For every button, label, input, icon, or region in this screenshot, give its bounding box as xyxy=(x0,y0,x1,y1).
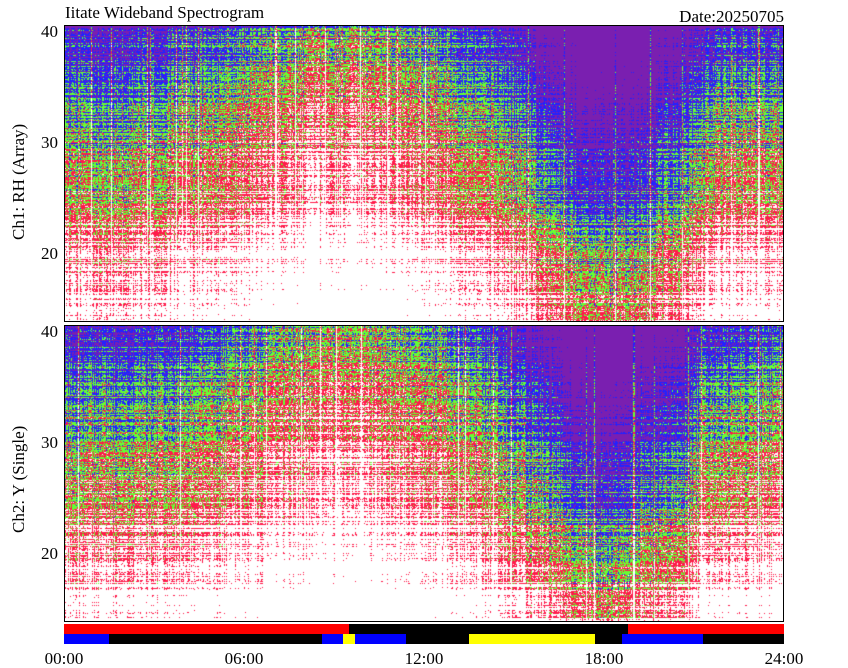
status-bottom-segment-5 xyxy=(406,634,469,644)
status-top-segment-2 xyxy=(628,624,784,634)
status-bottom-segment-6 xyxy=(469,634,595,644)
status-bar xyxy=(64,624,784,644)
date-label: Date:20250705 xyxy=(679,7,784,26)
chart-title: Iitate Wideband Spectrogram xyxy=(65,3,265,22)
status-bottom-segment-4 xyxy=(355,634,406,644)
ch1-ytick-40: 40 xyxy=(41,22,58,41)
ch2-ytick-40: 40 xyxy=(41,322,58,341)
status-bottom-segment-0 xyxy=(64,634,109,644)
ch1-heatmap xyxy=(65,26,783,321)
status-bottom-segment-7 xyxy=(595,634,622,644)
status-bottom-segment-3 xyxy=(343,634,355,644)
xtick-0600: 06:00 xyxy=(224,649,264,668)
xtick-1800: 18:00 xyxy=(584,649,624,668)
status-top-segment-0 xyxy=(64,624,349,634)
xtick-0000: 00:00 xyxy=(44,649,84,668)
ch1-spectrogram xyxy=(64,25,784,322)
ch1-ytick-30: 30 xyxy=(41,133,58,152)
status-bottom-segment-2 xyxy=(322,634,343,644)
ch2-ytick-20: 20 xyxy=(41,544,58,563)
xtick-2400: 24:00 xyxy=(764,649,804,668)
status-bottom-segment-9 xyxy=(703,634,784,644)
ch2-ytick-30: 30 xyxy=(41,433,58,452)
ch2-spectrogram xyxy=(64,325,784,622)
xtick-1200: 12:00 xyxy=(404,649,444,668)
ch2-heatmap xyxy=(65,326,783,621)
status-top-segment-1 xyxy=(349,624,628,634)
status-bottom-segment-1 xyxy=(109,634,322,644)
ch1-ytick-20: 20 xyxy=(41,244,58,263)
status-bottom-segment-8 xyxy=(622,634,703,644)
